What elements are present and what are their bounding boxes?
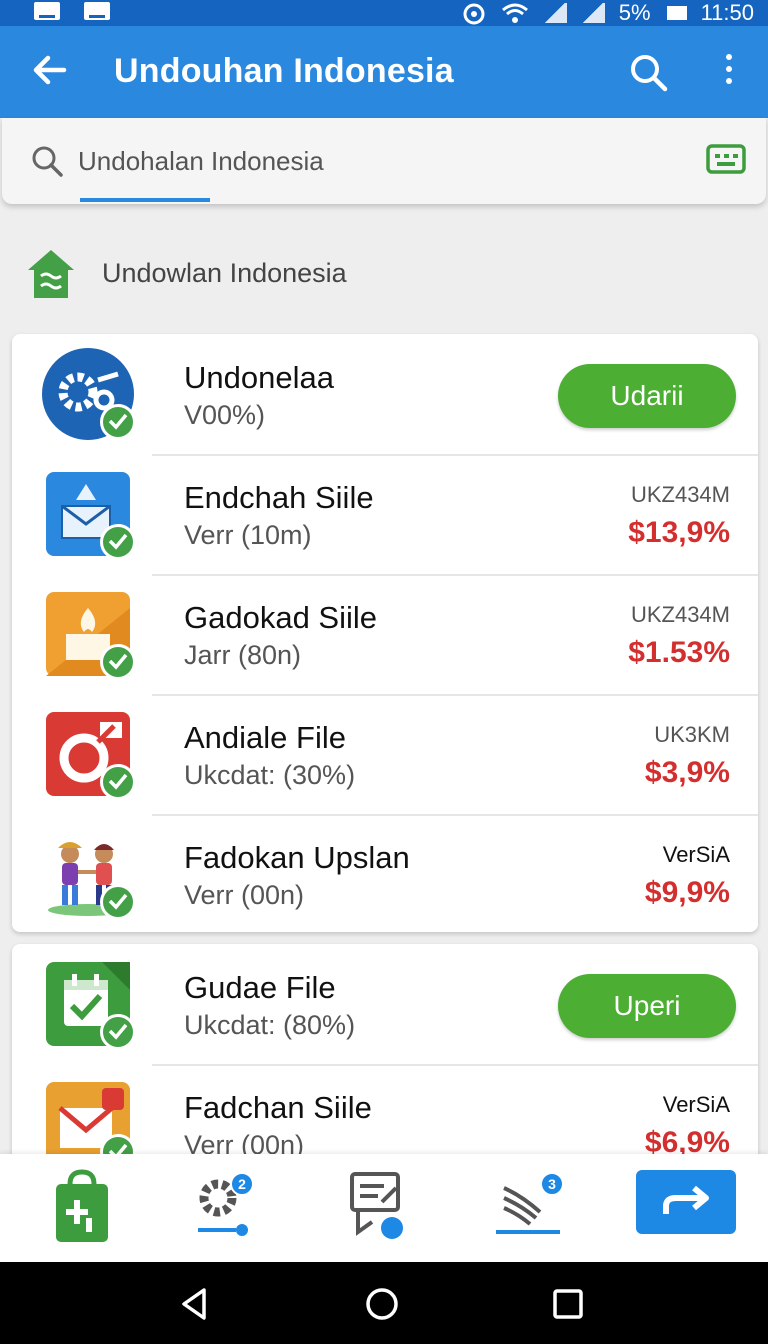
app-subtitle: Ukcdat: (80%)	[184, 1010, 356, 1040]
wifi-icon	[501, 3, 528, 23]
search-icon	[32, 146, 63, 177]
search-icon	[631, 55, 668, 92]
section-header: Undowlan Indonesia	[0, 240, 768, 310]
installed-check-icon	[100, 404, 136, 440]
section-title: Undowlan Indonesia	[102, 258, 347, 288]
layers-badge: 3	[540, 1172, 564, 1196]
mail-notification-icon	[84, 2, 110, 20]
app-price: $9,9%	[644, 876, 730, 909]
installed-check-icon	[100, 524, 136, 560]
list-item[interactable]: Gadokad Siile Jarr (80n) UKZ434M $1.53%	[12, 574, 758, 694]
nav-settings[interactable]: 2	[192, 1166, 272, 1250]
back-button[interactable]	[28, 48, 72, 92]
app-subtitle: Ukcdat: (30%)	[184, 760, 356, 790]
app-name: Fadokan Upslan	[184, 840, 410, 875]
app-size: UKZ434M	[630, 602, 730, 627]
nav-store[interactable]	[46, 1166, 126, 1250]
keyboard-icon[interactable]	[706, 144, 746, 178]
home-wave-icon	[28, 250, 74, 298]
circle-home-icon	[366, 1288, 398, 1320]
app-name: Fadchan Siile	[184, 1090, 372, 1125]
forward-arrow-icon	[663, 1185, 709, 1214]
share-button[interactable]	[636, 1170, 736, 1234]
battery-percent: 5%	[618, 0, 651, 25]
app-size: UK3KM	[654, 722, 730, 747]
update-button[interactable]: Udarii	[558, 364, 736, 428]
settings-badge: 2	[230, 1172, 254, 1196]
app-price: $13,9%	[628, 516, 730, 549]
battery-icon	[666, 6, 687, 20]
app-name: Gadokad Siile	[184, 600, 378, 635]
app-name: Andiale File	[184, 720, 346, 755]
app-name: Gudae File	[184, 970, 336, 1005]
list-item[interactable]: Endchah Siile Verr (10m) UKZ434M $13,9%	[12, 454, 758, 574]
app-name: Endchah Siile	[184, 480, 374, 515]
app-bar: Undouhan Indonesia	[0, 26, 768, 118]
app-subtitle: V00%)	[184, 400, 266, 430]
overflow-menu-button[interactable]	[714, 48, 744, 96]
app-list-card: Gudae File Ukcdat: (80%) Uperi Fadchan S…	[12, 944, 758, 1164]
search-button[interactable]	[626, 50, 670, 94]
nav-layers[interactable]: 3	[492, 1166, 572, 1250]
app-subtitle: Jarr (80n)	[184, 640, 302, 670]
system-home-button[interactable]	[364, 1286, 400, 1322]
system-nav-bar	[0, 1262, 768, 1344]
list-item[interactable]: Andiale File Ukcdat: (30%) UK3KM $3,9%	[12, 694, 758, 814]
app-name: Undonelaa	[184, 360, 334, 395]
app-version: VerSiA	[662, 842, 730, 867]
image-notification-icon	[34, 2, 60, 20]
app-subtitle: Verr (10m)	[184, 520, 312, 550]
more-vert-icon	[726, 54, 732, 60]
installed-check-icon	[100, 884, 136, 920]
signal-icon	[542, 3, 567, 23]
arrow-left-icon	[33, 55, 67, 85]
app-subtitle: Verr (00n)	[184, 880, 305, 910]
list-item[interactable]: Undonelaa V00%) Udarii	[12, 334, 758, 454]
shopping-bag-icon	[56, 1169, 108, 1242]
page-title: Undouhan Indonesia	[114, 52, 454, 90]
signal-icon	[580, 3, 605, 23]
app-price: $3,9%	[644, 756, 730, 789]
bottom-nav: 2 3	[0, 1154, 768, 1262]
search-active-indicator	[80, 198, 210, 202]
system-back-button[interactable]	[176, 1286, 212, 1322]
app-price: $1.53%	[628, 636, 730, 669]
installed-check-icon	[100, 644, 136, 680]
search-bar	[2, 118, 766, 204]
clock: 11:50	[700, 0, 754, 25]
system-recents-button[interactable]	[550, 1286, 586, 1322]
installed-check-icon	[100, 1014, 136, 1050]
square-recents-icon	[553, 1289, 583, 1319]
edit-note-icon	[350, 1172, 403, 1239]
app-version: VerSiA	[662, 1092, 730, 1117]
installed-check-icon	[100, 764, 136, 800]
status-bar: 5% 11:50	[0, 0, 768, 26]
triangle-back-icon	[182, 1288, 206, 1320]
list-item[interactable]: Gudae File Ukcdat: (80%) Uperi	[12, 944, 758, 1064]
alarm-icon	[463, 3, 485, 25]
list-item[interactable]: Fadokan Upslan Verr (00n) VerSiA $9,9%	[12, 814, 758, 932]
app-list-card: Undonelaa V00%) Udarii Endchah Siile Ver…	[12, 334, 758, 932]
search-input[interactable]	[78, 140, 638, 182]
app-size: UKZ434M	[630, 482, 730, 507]
list-item[interactable]: Fadchan Siile Verr (00n) VerSiA $6,9%	[12, 1064, 758, 1164]
open-button[interactable]: Uperi	[558, 974, 736, 1038]
nav-editor[interactable]	[340, 1166, 420, 1250]
